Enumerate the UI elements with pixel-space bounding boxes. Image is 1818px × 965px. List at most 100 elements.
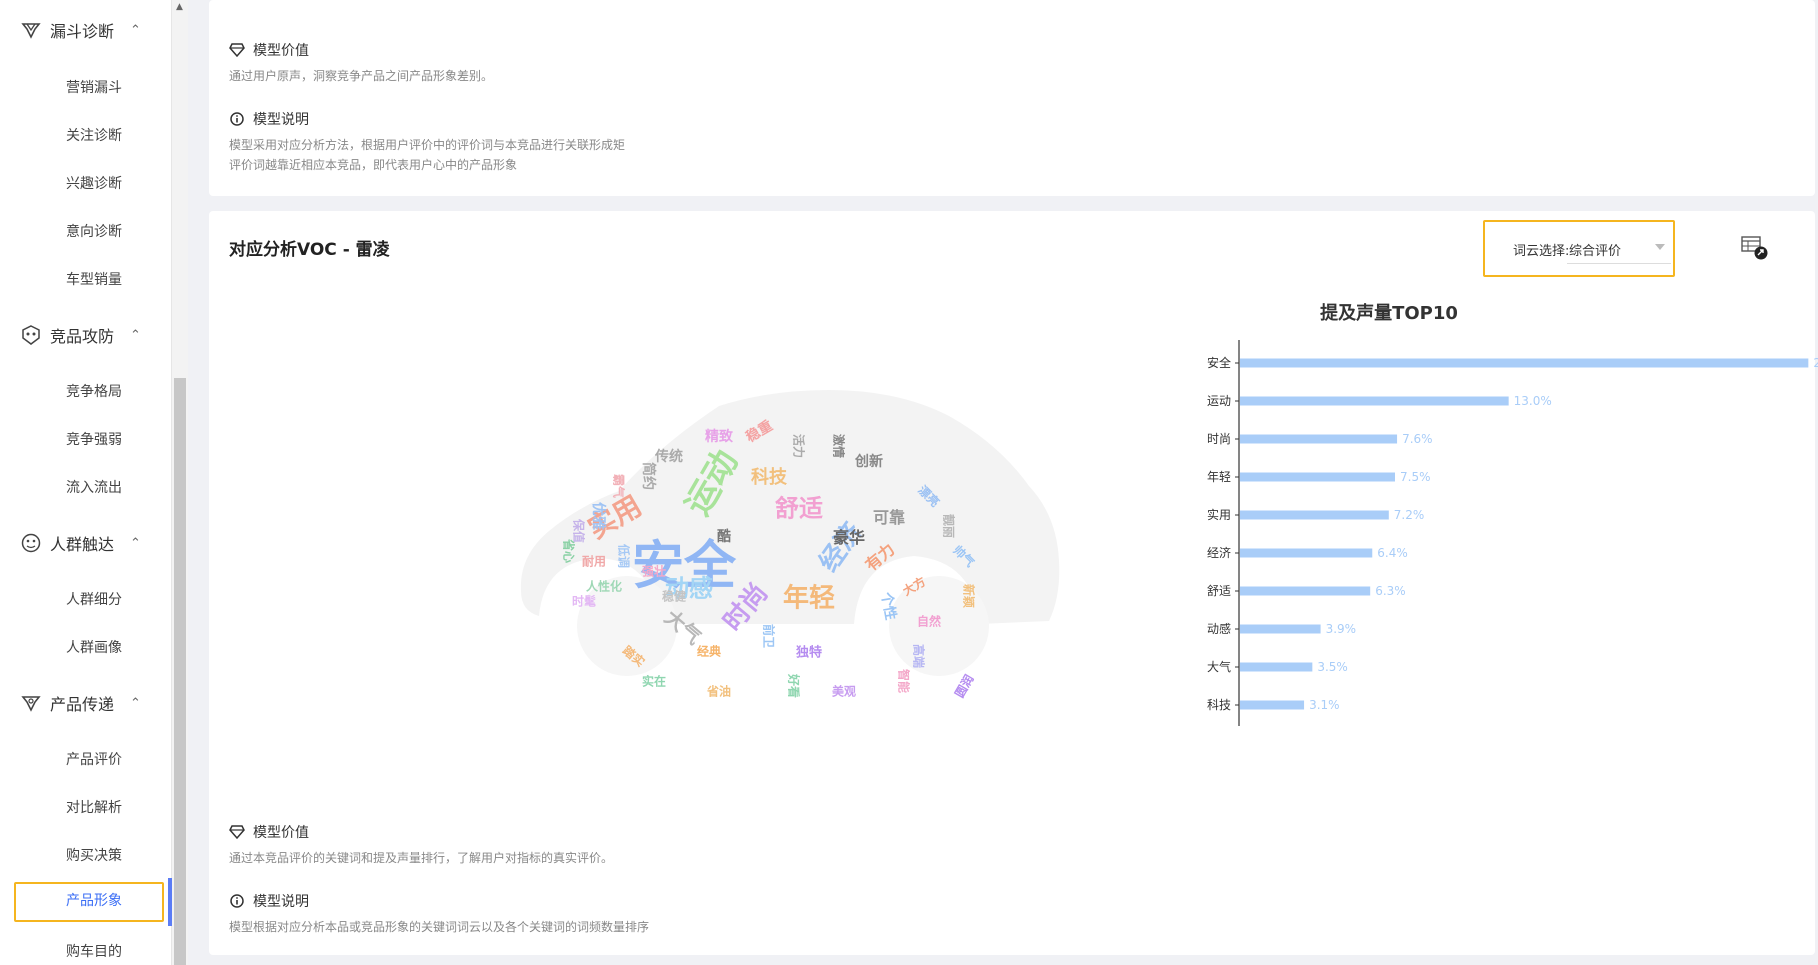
category-label: 动感 (1207, 621, 1231, 636)
bar (1240, 662, 1313, 672)
data-label: 6.3% (1375, 584, 1406, 598)
sidebar-item-label: 营销漏斗 (66, 80, 122, 96)
data-label: 7.2% (1394, 508, 1425, 522)
sidebar-scrollbar[interactable]: ▲ (172, 0, 188, 965)
bar (1240, 472, 1395, 482)
bar (1240, 586, 1371, 596)
sidebar-item-compare[interactable]: 对比解析 (0, 787, 172, 827)
scroll-up-arrow-icon[interactable]: ▲ (176, 2, 183, 12)
caret-down-icon (1655, 244, 1665, 250)
category-label: 实用 (1207, 507, 1231, 522)
wordcloud-selector: 词云选择: 综合评价 (1483, 220, 1675, 277)
cloud-word: 前卫 (761, 623, 776, 649)
chevron-up-icon[interactable]: ⌃ (130, 328, 141, 343)
cloud-word: 实在 (641, 674, 667, 689)
sidebar-item-attention[interactable]: 关注诊断 (0, 115, 172, 155)
sidebar-item-purchase-decision[interactable]: 购买决策 (0, 835, 172, 875)
model-explain-title: 模型说明 (253, 894, 309, 910)
sidebar-item-product-image[interactable]: 产品形象 (0, 878, 172, 926)
sidebar-item-label: 兴趣诊断 (66, 176, 122, 192)
cloud-word: 智能 (896, 668, 911, 694)
chevron-up-icon[interactable]: ⌃ (130, 536, 141, 551)
cloud-word: 精致 (705, 429, 733, 445)
select-value: 综合评价 (1569, 244, 1622, 259)
cloud-word: 高端 (911, 643, 926, 669)
category-label: 运动 (1207, 394, 1231, 408)
sidebar-item-label: 产品形象 (66, 893, 122, 909)
data-label: 7.5% (1400, 470, 1431, 484)
card-title: 对应分析VOC - 雷凌 (229, 240, 390, 260)
bar (1240, 624, 1321, 634)
correspondence-analysis-card: 对应分析VOC - 雷凌 词云选择: 综合评价 安全 运动 实用 时尚 年轻 经济 舒适 动感… (209, 211, 1818, 955)
model-value-heading: 模型价值 (229, 40, 309, 60)
cloud-word: 激情 (831, 433, 846, 459)
cloud-word: 年轻 (782, 583, 836, 614)
cloud-word: 优雅 (590, 502, 606, 530)
sidebar-item-label: 竞争强弱 (66, 432, 122, 448)
category-label: 年轻 (1207, 470, 1231, 484)
sidebar-item-inflow-outflow[interactable]: 流入流出 (0, 467, 172, 507)
cloud-word: 创新 (855, 454, 883, 470)
bar (1240, 396, 1509, 406)
model-value-heading: 模型价值 (229, 822, 309, 842)
cloud-word: 低调 (616, 543, 631, 569)
cloud-word: 美观 (831, 684, 857, 699)
sidebar-item-competition-landscape[interactable]: 竞争格局 (0, 371, 172, 411)
category-label: 科技 (1207, 698, 1231, 712)
sidebar-group-label: 产品传递 (50, 695, 115, 714)
category-label: 安全 (1207, 355, 1231, 370)
sidebar-item-purchase-purpose[interactable]: 购车目的 (0, 931, 172, 965)
chart-title: 提及声量TOP10 (1320, 303, 1458, 324)
model-info-card: 模型价值 通过用户原声，洞察竞争产品之间产品形象差别。 模型说明 模型采用对应分… (209, 0, 1815, 196)
bar (1240, 434, 1398, 444)
cloud-word: 强壮 (641, 564, 667, 579)
sidebar-item-competition-strength[interactable]: 竞争强弱 (0, 419, 172, 459)
sidebar-group-competitor[interactable]: 竞品攻防 ⌃ (0, 313, 172, 357)
category-label: 舒适 (1207, 584, 1231, 598)
sidebar: 漏斗诊断 ⌃ 营销漏斗 关注诊断 兴趣诊断 意向诊断 车型销量 竞品攻防 ⌃ 竞… (0, 0, 172, 965)
sidebar-item-label: 购车目的 (66, 944, 122, 960)
cloud-word: 自然 (916, 614, 942, 629)
sidebar-item-sales[interactable]: 车型销量 (0, 259, 172, 299)
cloud-word: 省心 (561, 538, 576, 564)
data-label: 3.9% (1326, 622, 1357, 636)
audience-icon (20, 532, 42, 554)
cloud-word: 舒适 (775, 494, 823, 523)
data-label: 6.4% (1377, 546, 1408, 560)
sidebar-item-label: 产品评价 (66, 752, 122, 768)
chevron-up-icon[interactable]: ⌃ (130, 23, 141, 38)
word-cloud: 安全 运动 实用 时尚 年轻 经济 舒适 动感 大气 科技 豪华酷有力 经典 独特 个性 可靠 创新 激情 活力稳… (509, 386, 1069, 716)
data-label: 13.0% (1514, 394, 1552, 408)
cloud-word: 稳健 (661, 589, 687, 604)
sidebar-item-audience-profile[interactable]: 人群画像 (0, 627, 172, 667)
sidebar-group-label: 竞品攻防 (50, 327, 115, 346)
model-value-title: 模型价值 (253, 825, 309, 841)
scrollbar-thumb[interactable] (174, 378, 186, 965)
sidebar-group-product[interactable]: 产品传递 ⌃ (0, 681, 172, 725)
sidebar-item-label: 车型销量 (66, 272, 122, 288)
info-icon (229, 111, 245, 127)
sidebar-group-label: 漏斗诊断 (50, 22, 115, 41)
export-table-icon[interactable] (1741, 235, 1769, 261)
chevron-up-icon[interactable]: ⌃ (130, 696, 141, 711)
sidebar-item-interest[interactable]: 兴趣诊断 (0, 163, 172, 203)
sidebar-group-audience[interactable]: 人群触达 ⌃ (0, 521, 172, 565)
wordcloud-select[interactable]: 综合评价 (1567, 232, 1671, 264)
cloud-word: 酷 (717, 529, 731, 545)
cloud-word: 时髦 (571, 594, 597, 609)
cloud-word: 耐用 (581, 554, 607, 569)
sidebar-item-marketing-funnel[interactable]: 营销漏斗 (0, 67, 172, 107)
sidebar-item-product-review[interactable]: 产品评价 (0, 739, 172, 779)
sidebar-item-audience-segment[interactable]: 人群细分 (0, 579, 172, 619)
info-icon (229, 893, 245, 909)
category-label: 时尚 (1207, 432, 1231, 446)
bar (1240, 700, 1305, 710)
cloud-word: 好看 (786, 673, 801, 699)
mention-volume-bar-chart: 安全 27.5% 运动 13.0% 时尚 7.6% 年轻 7.5% 实用 7.2% 经济 6.4% 舒适… (1207, 340, 1818, 726)
diamond-icon (229, 824, 245, 840)
sidebar-item-intent[interactable]: 意向诊断 (0, 211, 172, 251)
sidebar-group-funnel[interactable]: 漏斗诊断 ⌃ (0, 8, 172, 52)
sidebar-item-label: 人群细分 (66, 592, 122, 608)
selector-label: 词云选择: (1513, 244, 1570, 259)
data-label: 3.1% (1309, 698, 1340, 712)
